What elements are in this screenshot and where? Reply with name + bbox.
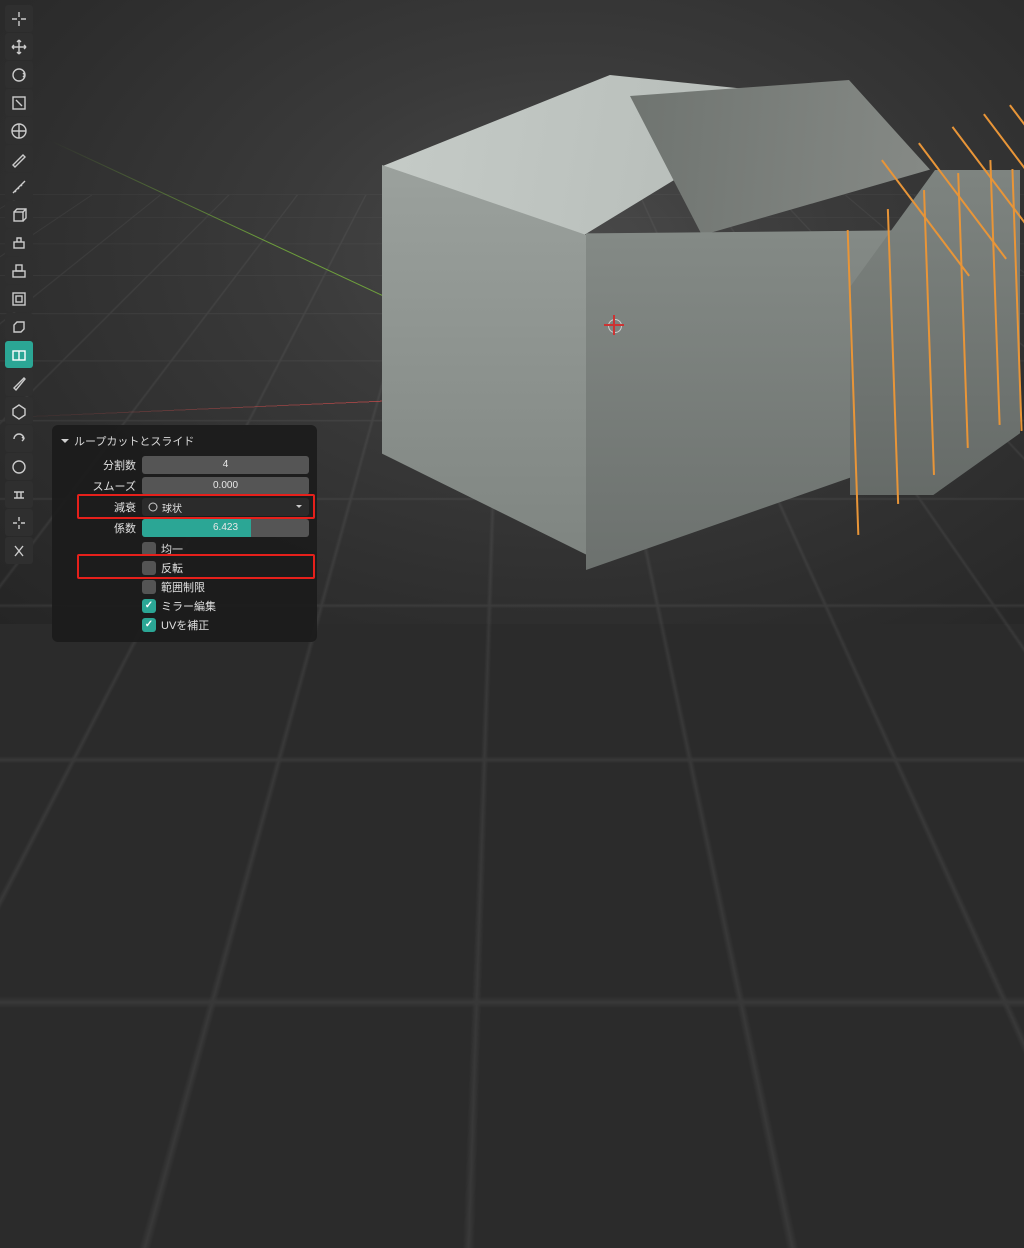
smooth-label: スムーズ	[60, 478, 142, 494]
polybuild-tool[interactable]	[5, 397, 33, 424]
cuts-label: 分割数	[60, 457, 142, 473]
edge-slide-tool[interactable]	[5, 481, 33, 508]
loopcut-tool[interactable]	[5, 341, 33, 368]
row-mirror[interactable]: ミラー編集	[52, 596, 317, 615]
row-flip[interactable]: 反転	[52, 558, 317, 577]
row-smooth: スムーズ 0.000	[60, 476, 309, 496]
clamp-checkbox[interactable]	[142, 580, 156, 594]
panel-header[interactable]: ループカットとスライド	[52, 431, 317, 454]
chevron-down-icon	[60, 436, 70, 446]
rotate-tool[interactable]	[5, 61, 33, 88]
extrude-manifold-tool[interactable]	[5, 257, 33, 284]
measure-tool[interactable]	[5, 173, 33, 200]
scale-tool[interactable]	[5, 89, 33, 116]
annotate-tool[interactable]	[5, 145, 33, 172]
mirror-checkbox[interactable]	[142, 599, 156, 613]
shrink-tool[interactable]	[5, 509, 33, 536]
knife-tool[interactable]	[5, 369, 33, 396]
add-cube-tool[interactable]	[5, 201, 33, 228]
operator-panel: ループカットとスライド 分割数 4 スムーズ 0.000 減衰 球状 係数 6.…	[52, 425, 317, 642]
bevel-tool[interactable]	[5, 313, 33, 340]
row-falloff: 減衰 球状	[60, 497, 309, 517]
transform-tool[interactable]	[5, 117, 33, 144]
extrude-tool[interactable]	[5, 229, 33, 256]
uv-checkbox[interactable]	[142, 618, 156, 632]
row-clamp[interactable]: 範囲制限	[52, 577, 317, 596]
spin-tool[interactable]	[5, 425, 33, 452]
row-cuts: 分割数 4	[60, 455, 309, 475]
falloff-label: 減衰	[60, 499, 142, 515]
falloff-dropdown[interactable]: 球状	[142, 498, 309, 516]
row-uv[interactable]: UVを補正	[52, 615, 317, 634]
rip-tool[interactable]	[5, 537, 33, 564]
move-tool[interactable]	[5, 33, 33, 60]
factor-field[interactable]: 6.423	[142, 519, 309, 537]
smooth-field[interactable]: 0.000	[142, 477, 309, 495]
smooth-tool[interactable]	[5, 453, 33, 480]
3d-cursor	[604, 315, 624, 335]
flip-checkbox[interactable]	[142, 561, 156, 575]
chevron-down-icon	[295, 503, 303, 511]
even-checkbox[interactable]	[142, 542, 156, 556]
sphere-icon	[148, 502, 158, 512]
factor-label: 係数	[60, 520, 142, 536]
tool-shelf	[5, 5, 35, 564]
cursor-tool[interactable]	[5, 5, 33, 32]
row-even[interactable]: 均一	[52, 539, 317, 558]
inset-tool[interactable]	[5, 285, 33, 312]
row-factor: 係数 6.423	[60, 518, 309, 538]
cuts-field[interactable]: 4	[142, 456, 309, 474]
panel-title: ループカットとスライド	[74, 433, 194, 449]
